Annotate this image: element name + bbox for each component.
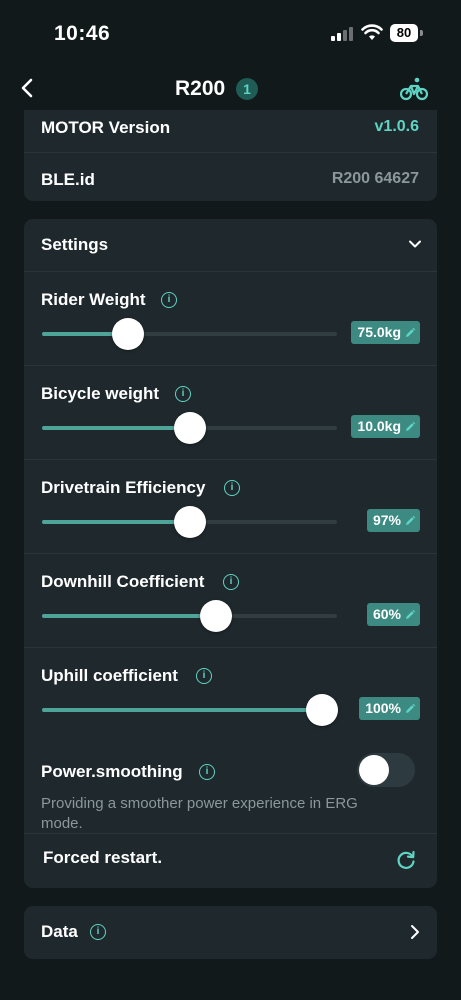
divider: [24, 459, 437, 460]
downhill-coefficient-value: 60%: [372, 606, 401, 622]
motor-version-value: v1.0.6: [374, 118, 419, 135]
battery-level: 80: [390, 24, 418, 42]
slider-fill: [42, 614, 217, 618]
downhill-coefficient-value-badge[interactable]: 60%: [366, 603, 420, 626]
cellular-signal-icon: [331, 27, 355, 41]
info-icon[interactable]: i: [224, 480, 240, 496]
rider-weight-slider[interactable]: [42, 318, 337, 350]
ble-id-row: BLE.id R200 64627: [24, 162, 437, 202]
page-title: R200: [175, 77, 226, 100]
drivetrain-efficiency-value-badge[interactable]: 97%: [366, 509, 420, 532]
data-label: Data: [41, 922, 78, 941]
pencil-icon: [406, 515, 416, 525]
bike-icon[interactable]: [400, 76, 428, 102]
info-icon[interactable]: i: [223, 574, 239, 590]
battery-tip-icon: [420, 30, 423, 36]
pencil-icon: [406, 327, 416, 337]
slider-fill: [42, 426, 190, 430]
divider: [24, 833, 437, 834]
power-smoothing-description: Providing a smoother power experience in…: [41, 795, 358, 832]
ble-id-value: R200 64627: [331, 170, 419, 187]
toggle-knob: [359, 755, 389, 785]
wifi-icon: [361, 24, 383, 40]
info-icon[interactable]: i: [196, 668, 212, 684]
device-count-badge: 1: [236, 78, 258, 100]
bicycle-weight-label: Bicycle weight: [41, 384, 160, 403]
uphill-coefficient-slider[interactable]: [42, 694, 339, 726]
uphill-coefficient-value: 100%: [365, 700, 401, 716]
pencil-icon: [406, 703, 416, 713]
slider-thumb[interactable]: [173, 506, 206, 538]
pencil-icon: [406, 609, 416, 619]
drivetrain-efficiency-slider[interactable]: [42, 506, 337, 538]
slider-fill: [42, 520, 190, 524]
divider: [24, 553, 437, 554]
data-row[interactable]: Data i: [24, 906, 437, 959]
bicycle-weight-value-badge[interactable]: 10.0kg: [351, 415, 420, 438]
slider-thumb[interactable]: [173, 412, 206, 444]
divider: [24, 647, 437, 648]
info-icon[interactable]: i: [175, 386, 191, 402]
info-icon[interactable]: i: [199, 764, 215, 780]
power-smoothing-toggle[interactable]: [357, 753, 415, 787]
divider: [24, 271, 437, 272]
back-icon[interactable]: [14, 74, 42, 102]
downhill-coefficient-label: Downhill Coefficient: [41, 572, 205, 591]
motor-version-label: MOTOR Version: [41, 118, 171, 137]
pencil-icon: [406, 421, 416, 431]
info-icon[interactable]: i: [90, 924, 106, 940]
status-bar: 10:46 80: [0, 0, 461, 64]
slider-fill: [42, 708, 323, 712]
device-info-card: MOTOR Version v1.0.6 BLE.id R200 64627: [24, 110, 437, 201]
refresh-icon[interactable]: [395, 849, 417, 871]
chevron-down-icon[interactable]: [407, 236, 423, 252]
bicycle-weight-value: 10.0kg: [357, 418, 401, 434]
status-time: 10:46: [54, 22, 111, 45]
bicycle-weight-slider[interactable]: [42, 412, 337, 444]
nav-header: R200 1: [0, 64, 461, 114]
drivetrain-efficiency-value: 97%: [372, 512, 401, 528]
slider-thumb[interactable]: [111, 318, 144, 350]
settings-title[interactable]: Settings: [41, 235, 108, 255]
chevron-right-icon[interactable]: [409, 924, 421, 940]
downhill-coefficient-slider[interactable]: [42, 600, 337, 632]
uphill-coefficient-label: Uphill coefficient: [41, 666, 178, 685]
divider: [24, 152, 437, 153]
motor-version-row: MOTOR Version v1.0.6: [24, 110, 437, 150]
uphill-coefficient-value-badge[interactable]: 100%: [359, 697, 420, 720]
rider-weight-value: 75.0kg: [357, 324, 401, 340]
slider-thumb[interactable]: [200, 600, 233, 632]
ble-id-label: BLE.id: [41, 170, 95, 189]
drivetrain-efficiency-label: Drivetrain Efficiency: [41, 478, 206, 497]
settings-card: Settings Rider Weight i 75.0kg Bicycle w…: [24, 219, 437, 888]
slider-thumb[interactable]: [306, 694, 339, 726]
rider-weight-value-badge[interactable]: 75.0kg: [351, 321, 420, 344]
info-icon[interactable]: i: [161, 292, 177, 308]
power-smoothing-label: Power.smoothing: [41, 762, 183, 781]
rider-weight-label: Rider Weight: [41, 290, 146, 309]
forced-restart-label[interactable]: Forced restart.: [43, 848, 162, 868]
divider: [24, 365, 437, 366]
